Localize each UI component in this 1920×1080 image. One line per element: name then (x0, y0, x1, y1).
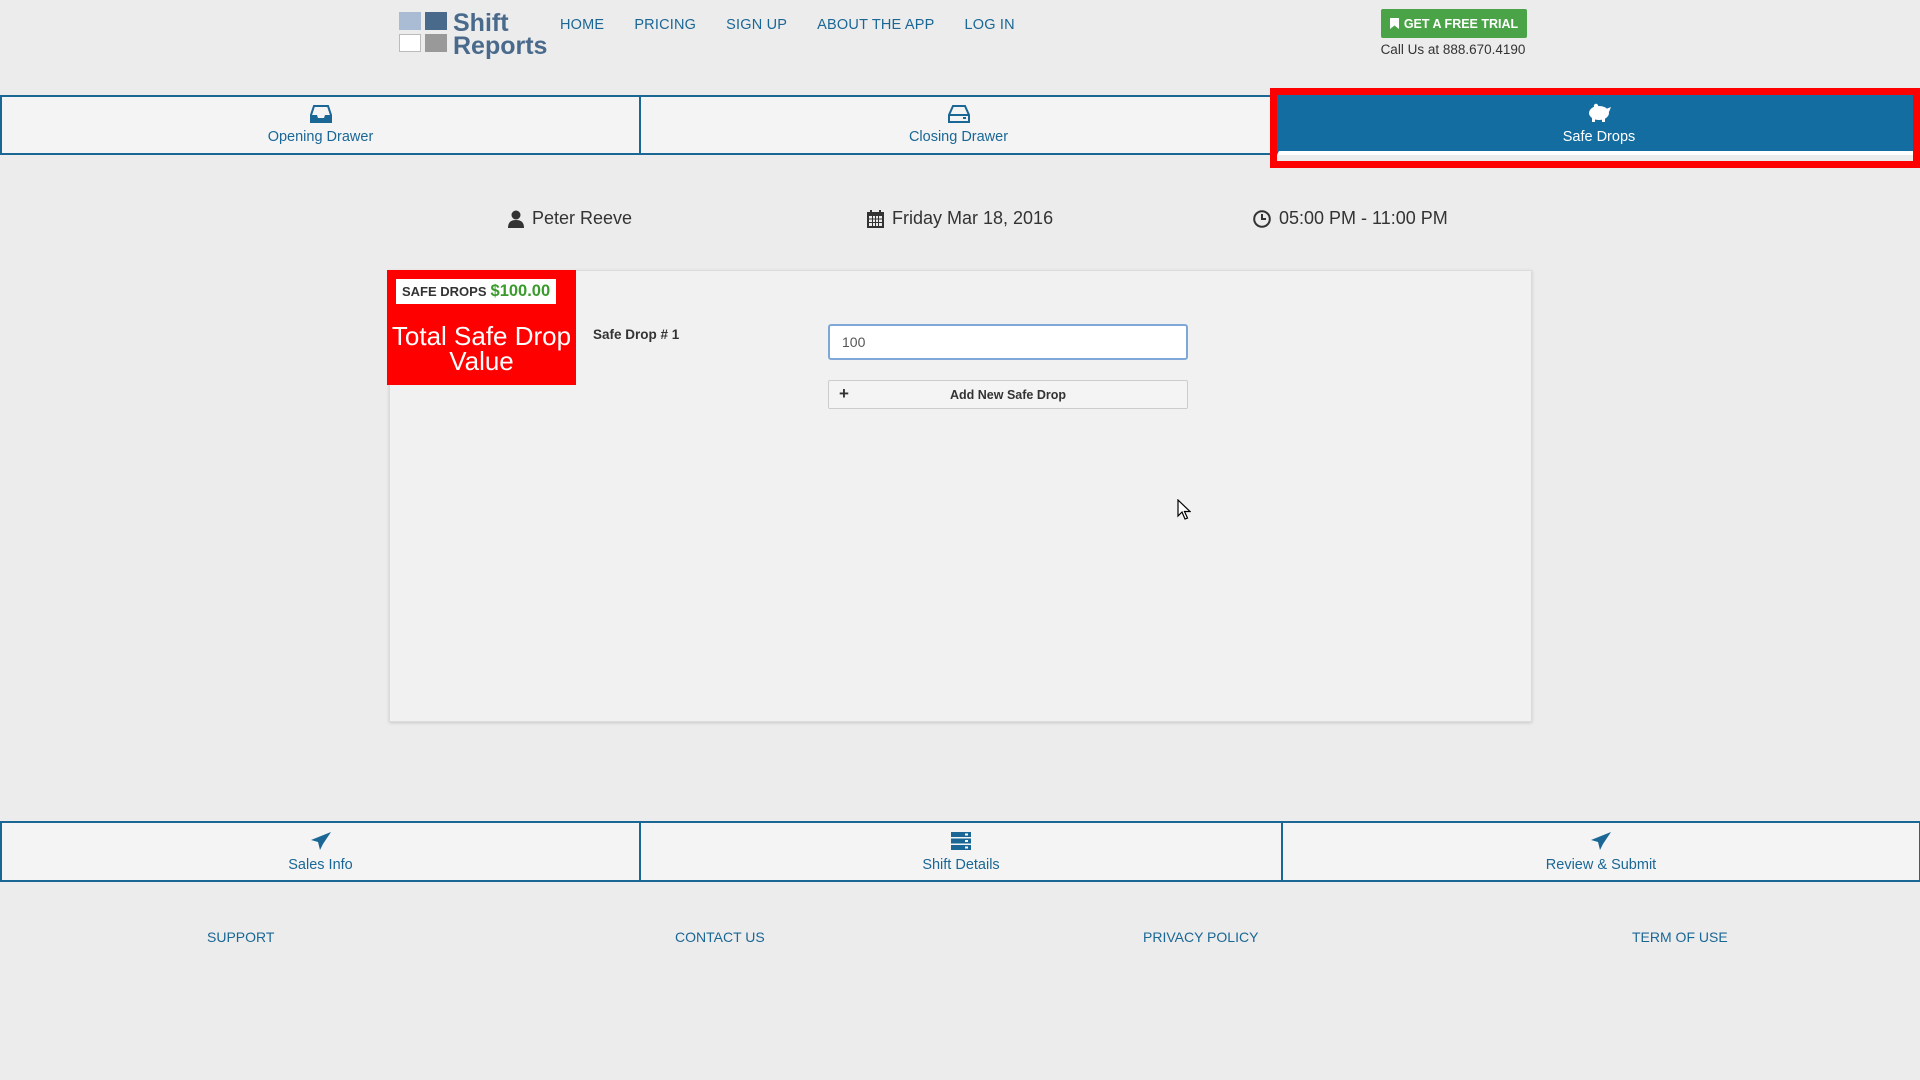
calendar-icon (867, 209, 884, 228)
logo[interactable]: Shift Reports (399, 10, 548, 60)
main-nav: HOME PRICING SIGN UP ABOUT THE APP LOG I… (560, 17, 1015, 33)
clock-icon (1253, 209, 1271, 228)
annotation-caption: Total Safe Drop Value (391, 321, 572, 376)
tab-label: Opening Drawer (267, 129, 374, 145)
tab-shift-details[interactable]: Shift Details (639, 821, 1282, 882)
footer-privacy-policy-link[interactable]: PRIVACY POLICY (1143, 929, 1258, 945)
footer-support-link[interactable]: SUPPORT (207, 929, 274, 945)
nav-sign-up[interactable]: SIGN UP (726, 17, 787, 33)
safe-drop-1-label: Safe Drop # 1 (593, 327, 680, 342)
tab-label: Closing Drawer (908, 129, 1009, 145)
add-new-safe-drop-label: Add New Safe Drop (950, 387, 1066, 402)
paper-plane-icon (1591, 831, 1611, 850)
plus-icon: + (839, 384, 849, 403)
hdd-icon (947, 105, 970, 123)
nav-log-in[interactable]: LOG IN (964, 17, 1014, 33)
footer-terms-of-use-link[interactable]: TERM OF USE (1632, 929, 1728, 945)
free-trial-button[interactable]: GET A FREE TRIAL (1381, 9, 1527, 38)
tab-label: Safe Drops (1562, 129, 1636, 145)
logo-square (399, 12, 421, 30)
call-us-text: Call Us at 888.670.4190 (1380, 42, 1526, 57)
tab-label: Shift Details (922, 856, 1000, 873)
tab-sales-info[interactable]: Sales Info (0, 821, 640, 882)
tab-closing-drawer[interactable]: Closing Drawer (639, 95, 1277, 155)
mouse-cursor-icon (1177, 499, 1191, 520)
shift-time-text: 05:00 PM - 11:00 PM (1279, 208, 1448, 228)
tab-label: Sales Info (288, 856, 353, 873)
nav-about-the-app[interactable]: ABOUT THE APP (817, 17, 934, 33)
tab-label: Review & Submit (1545, 856, 1657, 873)
footer-contact-us-link[interactable]: CONTACT US (675, 929, 765, 945)
nav-pricing[interactable]: PRICING (634, 17, 696, 33)
shift-date: Friday Mar 18, 2016 (867, 208, 1053, 229)
safe-drops-total-amount: $100.00 (490, 282, 551, 300)
piggy-bank-icon (1589, 103, 1611, 122)
add-new-safe-drop-button[interactable]: + Add New Safe Drop (828, 380, 1188, 409)
employee-info: Peter Reeve (508, 208, 632, 229)
bookmark-icon (1389, 18, 1399, 29)
logo-square (425, 34, 447, 52)
tab-opening-drawer[interactable]: Opening Drawer (0, 95, 640, 155)
server-icon (951, 831, 971, 850)
logo-square (425, 12, 447, 30)
logo-text-line2: Reports (453, 32, 548, 60)
logo-square (399, 34, 421, 52)
safe-drop-1-input[interactable] (828, 324, 1188, 360)
employee-name: Peter Reeve (532, 208, 633, 228)
inbox-icon (309, 105, 332, 123)
user-icon (508, 210, 524, 228)
tab-review-submit[interactable]: Review & Submit (1281, 821, 1920, 882)
shift-date-text: Friday Mar 18, 2016 (892, 208, 1054, 228)
total-safe-drop-annotation: SAFE DROPS $100.00 Total Safe Drop Value (387, 270, 576, 385)
paper-plane-icon (310, 831, 331, 850)
nav-home[interactable]: HOME (560, 17, 604, 33)
shift-time: 05:00 PM - 11:00 PM (1253, 208, 1448, 229)
safe-drops-total-badge: SAFE DROPS $100.00 (396, 279, 557, 304)
tab-safe-drops[interactable]: Safe Drops (1277, 95, 1920, 155)
safe-drops-badge-label: SAFE DROPS (402, 284, 487, 299)
free-trial-label: GET A FREE TRIAL (1403, 16, 1519, 31)
